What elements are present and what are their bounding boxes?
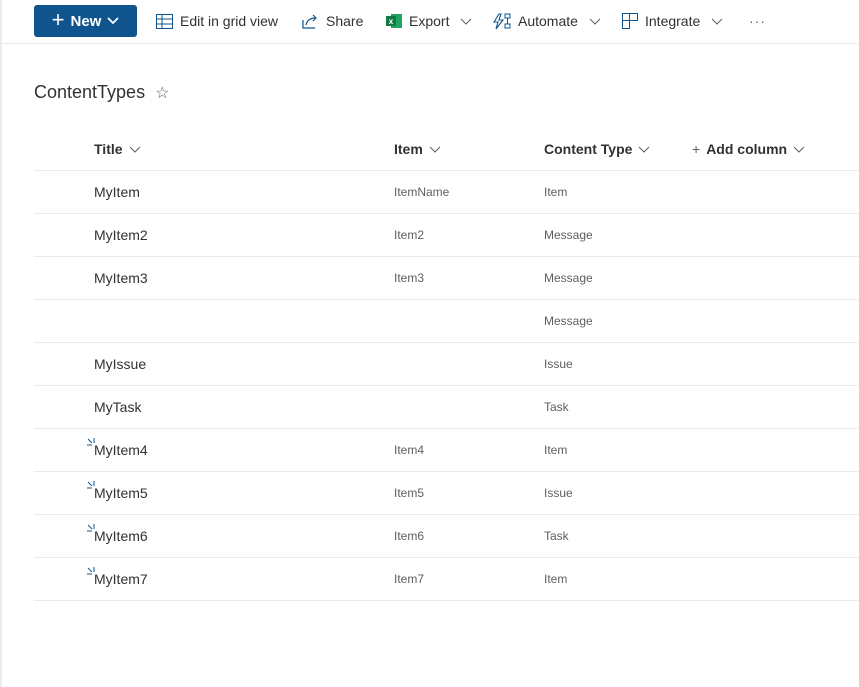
share-icon: [302, 14, 317, 29]
cell-item: ItemName: [394, 185, 450, 199]
integrate-icon: [622, 13, 638, 29]
more-icon: ···: [749, 13, 766, 29]
cell-content-type: Item: [544, 185, 568, 199]
star-outline-icon[interactable]: ☆: [155, 83, 169, 103]
cell-content-type: Task: [544, 400, 569, 414]
cell-item: Item6: [394, 529, 425, 543]
edit-grid-view-button[interactable]: Edit in grid view: [156, 5, 278, 37]
table-row[interactable]: MyIssue Issue: [34, 343, 859, 386]
cell-item: Item4: [394, 443, 425, 457]
cell-title[interactable]: MyIssue: [94, 343, 146, 385]
integrate-button[interactable]: Integrate: [622, 5, 723, 37]
table-row[interactable]: MyItem7 Item7 Item: [34, 558, 859, 601]
new-button[interactable]: + New: [34, 5, 137, 37]
add-column-label: Add column: [706, 141, 788, 157]
cell-content-type: Item: [544, 443, 568, 457]
chevron-down-icon: [107, 17, 119, 25]
chevron-down-icon: [711, 18, 723, 25]
share-button[interactable]: Share: [302, 5, 363, 37]
cell-title[interactable]: MyTask: [94, 386, 141, 428]
export-button[interactable]: x Export: [386, 5, 472, 37]
cell-content-type: Message: [544, 314, 593, 328]
table-row[interactable]: Message: [34, 300, 859, 343]
cell-content-type: Message: [544, 228, 593, 242]
column-header-content-type[interactable]: Content Type: [544, 128, 650, 170]
more-options-button[interactable]: ···: [749, 5, 766, 37]
page-title: ContentTypes: [34, 82, 146, 102]
chevron-down-icon: [129, 146, 140, 153]
share-label: Share: [326, 13, 364, 29]
cell-item: Item2: [394, 228, 425, 242]
table-row[interactable]: MyTask Task: [34, 386, 859, 429]
edit-grid-view-label: Edit in grid view: [180, 13, 279, 29]
cell-title[interactable]: MyItem4: [94, 429, 148, 471]
cell-content-type: Issue: [544, 357, 573, 371]
table-row[interactable]: MyItem3 Item3 Message: [34, 257, 859, 300]
list-table: Title Item Content Type + Add column MyI…: [34, 128, 859, 601]
cell-title[interactable]: MyItem: [94, 171, 140, 213]
table-row[interactable]: MyItem4 Item4 Item: [34, 429, 859, 472]
excel-icon: x: [386, 14, 402, 28]
cell-content-type: Task: [544, 529, 569, 543]
chevron-down-icon: [793, 146, 805, 153]
flow-icon: [493, 12, 511, 29]
column-header-label: Content Type: [544, 141, 633, 157]
column-header-label: Item: [394, 141, 423, 157]
list-header: ContentTypes ☆: [34, 82, 169, 103]
cell-item: Item5: [394, 486, 425, 500]
cell-content-type: Item: [544, 572, 568, 586]
chevron-down-icon: [461, 18, 472, 25]
chevron-down-icon: [589, 18, 601, 25]
table-row[interactable]: MyItem5 Item5 Issue: [34, 472, 859, 515]
chevron-down-icon: [429, 146, 441, 153]
table-row[interactable]: MyItem ItemName Item: [34, 171, 859, 214]
cell-title[interactable]: MyItem6: [94, 515, 148, 557]
plus-icon: +: [51, 7, 65, 32]
cell-title[interactable]: MyItem5: [94, 472, 148, 514]
table-row[interactable]: MyItem2 Item2 Message: [34, 214, 859, 257]
new-button-label: New: [70, 12, 102, 30]
cell-item: Item7: [394, 572, 425, 586]
column-header-item[interactable]: Item: [394, 128, 441, 170]
plus-icon: +: [692, 141, 701, 157]
cell-content-type: Issue: [544, 486, 573, 500]
cell-content-type: Message: [544, 271, 593, 285]
automate-button[interactable]: Automate: [493, 5, 601, 37]
cell-title[interactable]: MyItem2: [94, 214, 148, 256]
grid-icon: [156, 13, 173, 29]
command-bar: + New Edit in grid view Share x Export A…: [0, 0, 859, 44]
table-row[interactable]: MyItem6 Item6 Task: [34, 515, 859, 558]
column-header-label: Title: [94, 141, 123, 157]
table-body: MyItem ItemName Item MyItem2 Item2 Messa…: [34, 171, 859, 601]
table-header-row: Title Item Content Type + Add column: [34, 128, 859, 171]
chevron-down-icon: [639, 146, 650, 153]
cell-item: Item3: [394, 271, 425, 285]
column-header-title[interactable]: Title: [94, 128, 141, 170]
export-label: Export: [409, 13, 450, 29]
left-border: [0, 0, 2, 687]
integrate-label: Integrate: [645, 13, 701, 29]
add-column-button[interactable]: + Add column: [692, 128, 805, 170]
svg-text:x: x: [389, 17, 394, 26]
cell-title[interactable]: MyItem7: [94, 558, 148, 600]
cell-title[interactable]: MyItem3: [94, 257, 148, 299]
automate-label: Automate: [518, 13, 578, 29]
